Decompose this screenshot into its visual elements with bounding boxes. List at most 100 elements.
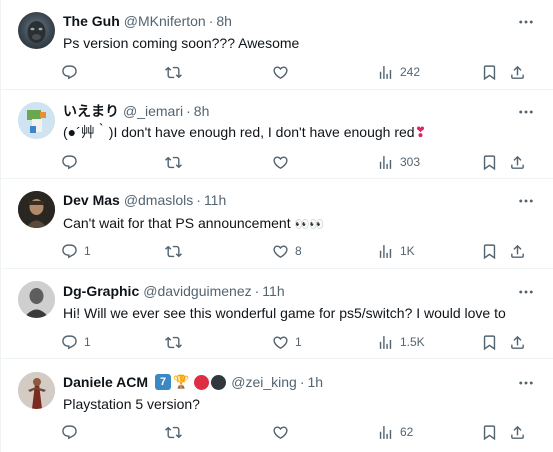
number-badge-emoji: 7 — [155, 374, 172, 390]
views-icon — [377, 154, 394, 171]
bookmark-button[interactable] — [481, 62, 498, 82]
reply-button[interactable] — [61, 62, 84, 82]
reply-button[interactable]: 1 — [61, 241, 91, 261]
views-icon — [377, 334, 394, 351]
share-icon — [509, 334, 526, 351]
bookmark-icon — [481, 243, 498, 260]
more-icon[interactable] — [517, 103, 535, 121]
avatar[interactable] — [18, 281, 55, 318]
share-icon — [509, 64, 526, 81]
action-bar: 303 — [53, 152, 544, 172]
retweet-button[interactable] — [165, 62, 188, 82]
bookmark-button[interactable] — [481, 152, 498, 172]
tweet-header: いえまり @_iemari · 8h — [63, 102, 209, 120]
action-bar: 1 1 1.5K — [53, 332, 544, 352]
retweet-button[interactable] — [165, 152, 188, 172]
like-button[interactable] — [272, 422, 295, 442]
views-button[interactable]: 62 — [377, 422, 413, 442]
like-button[interactable] — [272, 62, 295, 82]
tweet[interactable]: いえまり @_iemari · 8h (●´艸｀)I don't have en… — [1, 90, 553, 179]
views-button[interactable]: 242 — [377, 62, 420, 82]
tweet-text: Playstation 5 version? — [63, 396, 200, 412]
share-button[interactable] — [509, 241, 526, 261]
user-handle[interactable]: @MKniferton — [124, 12, 206, 30]
timestamp[interactable]: 11h — [204, 191, 226, 209]
user-handle[interactable]: @zei_king — [231, 373, 297, 391]
tweet-header: Daniele ACM 7 🏆 @zei_king · 1h — [63, 373, 323, 391]
bookmark-button[interactable] — [481, 332, 498, 352]
timestamp[interactable]: 1h — [308, 373, 324, 391]
retweet-button[interactable] — [165, 422, 188, 442]
share-button[interactable] — [509, 62, 526, 82]
bookmark-icon — [481, 424, 498, 441]
separator: · — [196, 192, 201, 208]
avatar[interactable] — [18, 12, 55, 49]
share-button[interactable] — [509, 422, 526, 442]
share-button[interactable] — [509, 332, 526, 352]
display-name[interactable]: Daniele ACM — [63, 373, 148, 391]
more-icon[interactable] — [517, 283, 535, 301]
tweet-text-content: Can't wait for that PS announcement — [63, 215, 291, 231]
separator: · — [299, 374, 305, 390]
like-icon — [272, 154, 289, 171]
timestamp[interactable]: 8h — [216, 12, 232, 30]
like-icon — [272, 243, 289, 260]
reply-button[interactable] — [61, 422, 84, 442]
tweet-text: Ps version coming soon??? Awesome — [63, 35, 300, 51]
like-button[interactable] — [272, 152, 295, 172]
share-icon — [509, 243, 526, 260]
views-count: 1.5K — [400, 335, 425, 349]
bookmark-icon — [481, 334, 498, 351]
reply-button[interactable] — [61, 152, 84, 172]
display-name[interactable]: Dev Mas — [63, 191, 120, 209]
action-bar: 242 — [53, 62, 544, 82]
action-bar: 62 — [53, 422, 544, 442]
bookmark-button[interactable] — [481, 422, 498, 442]
views-count: 62 — [400, 425, 414, 439]
like-icon — [272, 424, 289, 441]
tweet[interactable]: Daniele ACM 7 🏆 @zei_king · 1h Playstati… — [1, 359, 553, 452]
tweet[interactable]: The Guh @MKniferton · 8h Ps version comi… — [1, 0, 553, 90]
retweet-button[interactable] — [165, 241, 188, 261]
views-button[interactable]: 1K — [377, 241, 415, 261]
reply-button[interactable]: 1 — [61, 332, 91, 352]
tweet-header: Dg-Graphic @davidguimenez · 11h — [63, 282, 285, 300]
timestamp[interactable]: 8h — [194, 102, 210, 120]
bookmark-button[interactable] — [481, 241, 498, 261]
separator: · — [186, 103, 191, 119]
like-button[interactable]: 8 — [272, 241, 302, 261]
display-name[interactable]: Dg-Graphic — [63, 282, 139, 300]
like-button[interactable]: 1 — [272, 332, 302, 352]
views-button[interactable]: 303 — [377, 152, 420, 172]
display-name[interactable]: いえまり — [63, 102, 119, 120]
retweet-button[interactable] — [165, 332, 188, 352]
views-icon — [377, 243, 394, 260]
tweet[interactable]: Dg-Graphic @davidguimenez · 11h Hi! Will… — [1, 269, 553, 359]
avatar[interactable] — [18, 102, 55, 139]
user-handle[interactable]: @dmaslols — [124, 191, 193, 209]
separator: · — [208, 13, 214, 29]
more-icon[interactable] — [517, 374, 535, 392]
like-icon — [272, 64, 289, 81]
more-icon[interactable] — [517, 192, 535, 210]
bookmark-icon — [481, 64, 498, 81]
like-count: 8 — [295, 244, 302, 258]
user-handle[interactable]: @davidguimenez — [143, 282, 251, 300]
avatar[interactable] — [18, 372, 55, 409]
timestamp[interactable]: 11h — [262, 282, 284, 300]
reply-icon — [61, 154, 78, 171]
retweet-icon — [165, 334, 182, 351]
display-name[interactable]: The Guh — [63, 12, 120, 30]
like-count: 1 — [295, 335, 302, 349]
views-button[interactable]: 1.5K — [377, 332, 425, 352]
tweet[interactable]: Dev Mas @dmaslols · 11h Can't wait for t… — [1, 179, 553, 269]
reply-icon — [61, 424, 78, 441]
share-icon — [509, 154, 526, 171]
reply-icon — [61, 243, 78, 260]
black-circle-icon — [211, 374, 227, 390]
user-handle[interactable]: @_iemari — [123, 102, 183, 120]
share-button[interactable] — [509, 152, 526, 172]
avatar[interactable] — [18, 191, 55, 228]
more-icon[interactable] — [517, 13, 535, 31]
reply-count: 1 — [84, 244, 91, 258]
